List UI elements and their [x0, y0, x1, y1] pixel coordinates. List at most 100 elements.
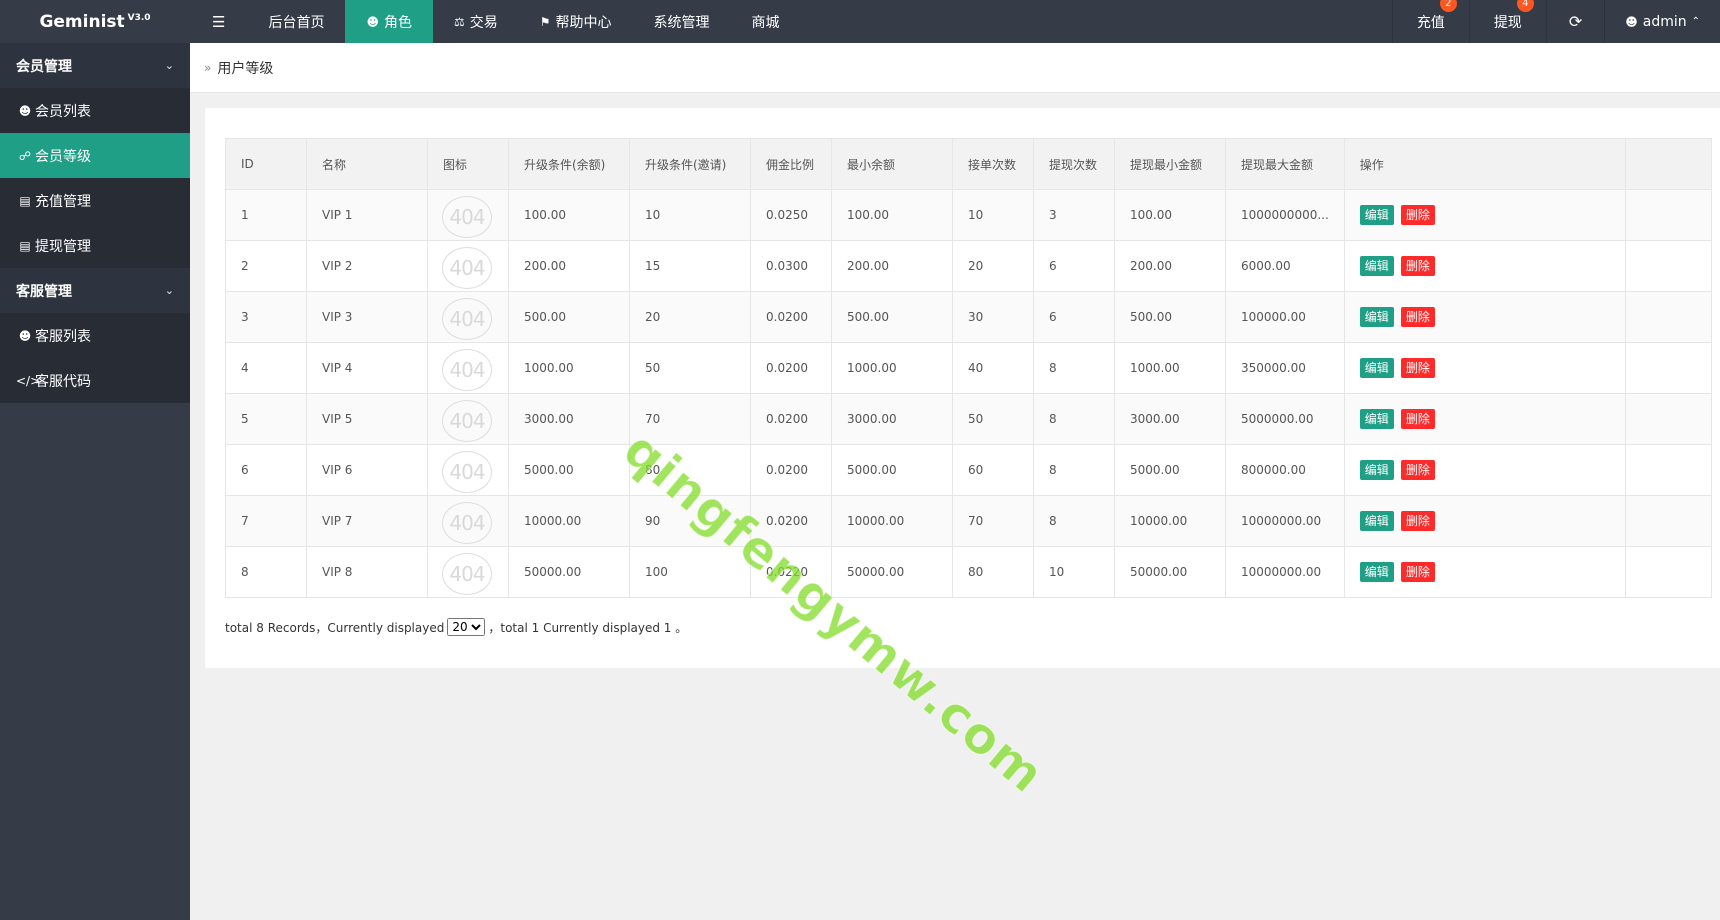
column-header[interactable]: 名称 — [306, 138, 428, 190]
chevron-up-icon: ⌃ — [1691, 16, 1700, 27]
recharge-badge: 2 — [1439, 0, 1457, 12]
cell-id: 8 — [225, 546, 307, 598]
withdraw-button[interactable]: 提现 4 — [1468, 0, 1546, 43]
column-header[interactable]: 提现最小金额 — [1114, 138, 1226, 190]
cell-icon: 404 — [427, 291, 509, 343]
delete-button[interactable]: 删除 — [1400, 460, 1435, 480]
delete-button[interactable]: 删除 — [1400, 307, 1435, 327]
cell-upgrade-invite: 15 — [629, 240, 751, 292]
sidebar-item-service-code[interactable]: </> 客服代码 — [0, 358, 190, 403]
column-header[interactable]: ID — [225, 138, 307, 190]
table-row: 8 VIP 8 404 50000.00 100 0.0220 50000.00 80 10 50… — [225, 546, 1712, 598]
nav-home[interactable]: 后台首页 — [247, 0, 345, 43]
sidebar-group-member[interactable]: 会员管理 ⌄ — [0, 43, 190, 88]
table-row: 7 VIP 7 404 10000.00 90 0.0200 10000.00 70 8 1000… — [225, 495, 1712, 547]
user-name: admin — [1642, 13, 1687, 30]
delete-button[interactable]: 删除 — [1400, 358, 1435, 378]
code-icon: </> — [16, 373, 41, 388]
cell-upgrade-invite: 100 — [629, 546, 751, 598]
cell-min-balance: 500.00 — [831, 291, 953, 343]
user-menu[interactable]: ☻ admin ⌃ — [1604, 0, 1720, 43]
cell-name: VIP 4 — [306, 342, 428, 394]
column-header[interactable]: 接单次数 — [952, 138, 1034, 190]
sidebar-item-label: 充值管理 — [35, 193, 91, 210]
delete-button[interactable]: 删除 — [1400, 562, 1435, 582]
column-header[interactable]: 升级条件(邀请) — [629, 138, 751, 190]
delete-button[interactable]: 删除 — [1400, 511, 1435, 531]
cell-id: 6 — [225, 444, 307, 496]
column-header[interactable]: 最小余额 — [831, 138, 953, 190]
sidebar-item-service-list[interactable]: ☻ 客服列表 — [0, 313, 190, 358]
sidebar-item-label: 会员列表 — [35, 103, 91, 120]
cell-upgrade-invite: 90 — [629, 495, 751, 547]
column-header[interactable]: 提现次数 — [1033, 138, 1115, 190]
edit-button[interactable]: 编辑 — [1359, 511, 1394, 531]
sidebar-item-withdraw[interactable]: ▤ 提现管理 — [0, 223, 190, 268]
nav-trade[interactable]: ⚖ 交易 — [433, 0, 519, 43]
sidebar-group-service[interactable]: 客服管理 ⌄ — [0, 268, 190, 313]
edit-button[interactable]: 编辑 — [1359, 409, 1394, 429]
nav-role-label: 角色 — [383, 14, 412, 31]
cell-icon: 404 — [427, 393, 509, 445]
cell-filler — [1624, 240, 1712, 292]
cell-actions: 编辑 删除 — [1343, 546, 1626, 598]
column-header[interactable]: 升级条件(余额) — [508, 138, 630, 190]
edit-button[interactable]: 编辑 — [1359, 256, 1394, 276]
column-header[interactable]: 操作 — [1343, 138, 1626, 190]
recharge-button[interactable]: 充值 2 — [1391, 0, 1469, 43]
cell-name: VIP 2 — [306, 240, 428, 292]
cell-withdraw-count: 10 — [1033, 546, 1115, 598]
delete-button[interactable]: 删除 — [1400, 409, 1435, 429]
nav-system[interactable]: 系统管理 — [633, 0, 731, 43]
menu-toggle-icon[interactable]: ☰ — [190, 0, 247, 43]
cell-actions: 编辑 删除 — [1343, 495, 1626, 547]
cell-withdraw-count: 3 — [1033, 189, 1115, 241]
brand-logo[interactable]: Geminist V3.0 — [0, 0, 190, 43]
broken-image-icon: 404 — [442, 349, 492, 391]
broken-image-icon: 404 — [442, 451, 492, 493]
cell-filler — [1624, 546, 1712, 598]
withdraw-label: 提现 — [1493, 14, 1522, 31]
edit-button[interactable]: 编辑 — [1359, 358, 1394, 378]
cell-min-balance: 3000.00 — [831, 393, 953, 445]
sidebar-item-member-list[interactable]: ☻ 会员列表 — [0, 88, 190, 133]
page-size-select[interactable]: 20 — [447, 618, 486, 636]
delete-button[interactable]: 删除 — [1400, 256, 1435, 276]
cell-min-balance: 10000.00 — [831, 495, 953, 547]
nav-shop[interactable]: 商城 — [731, 0, 801, 43]
recharge-label: 充值 — [1416, 14, 1445, 31]
users-icon: ☻ — [18, 328, 32, 343]
column-header[interactable]: 图标 — [427, 138, 509, 190]
cell-filler — [1624, 342, 1712, 394]
cell-name: VIP 3 — [306, 291, 428, 343]
pager-total-text: total 8 Records，Currently displayed — [225, 620, 445, 635]
content-card: ID 名称 图标 升级条件(余额) 升级条件(邀请) 佣金比例 最小余额 接单次数 提现次数 提现… — [205, 108, 1720, 668]
breadcrumb: » 用户等级 — [190, 43, 1720, 93]
column-header[interactable]: 佣金比例 — [750, 138, 832, 190]
cell-upgrade-invite: 70 — [629, 393, 751, 445]
cell-withdraw-count: 6 — [1033, 291, 1115, 343]
cell-icon: 404 — [427, 495, 509, 547]
cell-upgrade-invite: 50 — [629, 342, 751, 394]
page-title: 用户等级 — [217, 60, 274, 77]
cell-withdraw-count: 8 — [1033, 393, 1115, 445]
nav-help[interactable]: ⚑ 帮助中心 — [519, 0, 633, 43]
edit-button[interactable]: 编辑 — [1359, 205, 1394, 225]
edit-button[interactable]: 编辑 — [1359, 562, 1394, 582]
column-header[interactable]: 提现最大金额 — [1225, 138, 1345, 190]
edit-button[interactable]: 编辑 — [1359, 460, 1394, 480]
nav-role[interactable]: ☻ 角色 — [345, 0, 433, 43]
refresh-icon[interactable]: ⟳ — [1545, 0, 1604, 43]
cell-withdraw-max: 100000.00 — [1225, 291, 1345, 343]
broken-image-icon: 404 — [442, 502, 492, 544]
cell-upgrade-invite: 10 — [629, 189, 751, 241]
delete-button[interactable]: 删除 — [1400, 205, 1435, 225]
sidebar-item-member-level[interactable]: ☍ 会员等级 — [0, 133, 190, 178]
cell-filler — [1624, 291, 1712, 343]
cell-withdraw-min: 1000.00 — [1114, 342, 1226, 394]
edit-button[interactable]: 编辑 — [1359, 307, 1394, 327]
cell-withdraw-max: 10000000.00 — [1225, 495, 1345, 547]
cell-actions: 编辑 删除 — [1343, 342, 1626, 394]
cell-min-balance: 50000.00 — [831, 546, 953, 598]
sidebar-item-recharge[interactable]: ▤ 充值管理 — [0, 178, 190, 223]
